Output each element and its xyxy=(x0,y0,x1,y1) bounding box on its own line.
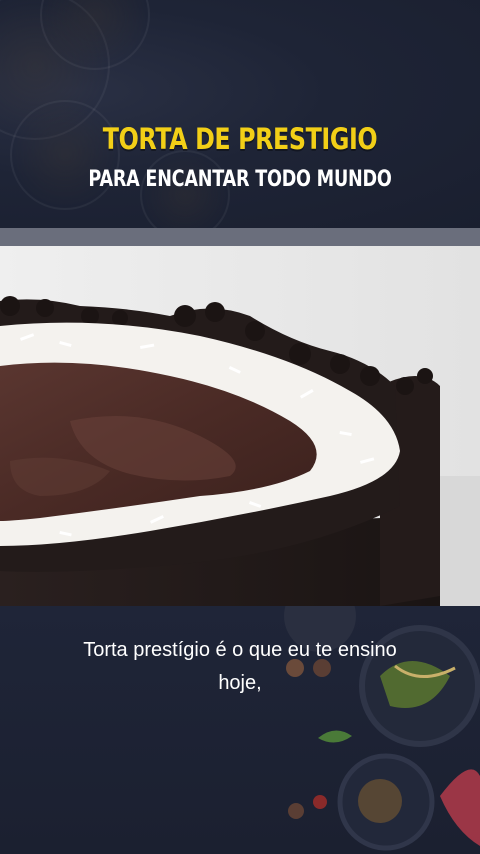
video-title: TORTA DE PRESTIGIO xyxy=(102,122,378,156)
leaf-icon xyxy=(318,730,352,743)
video-subtitle: PARA ENCANTAR TODO MUNDO xyxy=(88,167,392,192)
tart-video-frame xyxy=(0,246,480,606)
berry-icon xyxy=(313,795,327,809)
video-post-screen: TORTA DE PRESTIGIO PARA ENCANTAR TODO MU… xyxy=(0,0,480,854)
video-caption: Torta prestígio é o que eu te ensino hoj… xyxy=(40,634,440,700)
caption-line-2: hoje, xyxy=(218,672,262,694)
caption-line-1: Torta prestígio é o que eu te ensino xyxy=(83,639,397,661)
nut-icon xyxy=(288,803,304,819)
dragon-fruit-image xyxy=(440,769,480,846)
salad-contents xyxy=(358,779,402,823)
frame-divider xyxy=(0,228,480,246)
caption-panel: Torta prestígio é o que eu te ensino hoj… xyxy=(0,606,480,854)
title-banner: TORTA DE PRESTIGIO PARA ENCANTAR TODO MU… xyxy=(0,0,480,228)
video-player[interactable] xyxy=(0,246,480,606)
